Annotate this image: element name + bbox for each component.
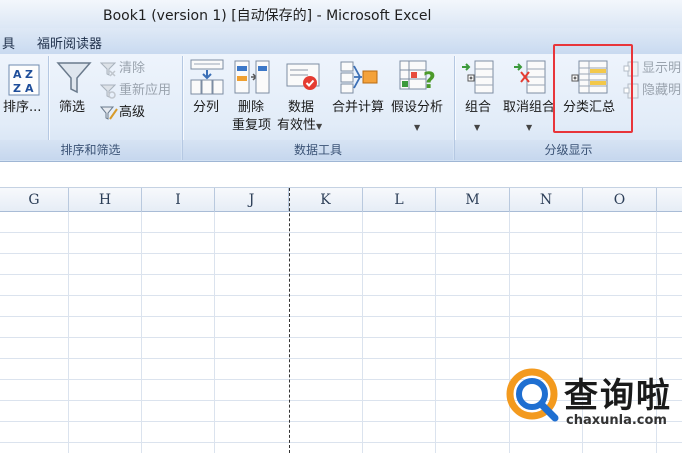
grid-line <box>0 316 682 317</box>
column-header-k[interactable]: K <box>289 188 363 212</box>
filter-icon <box>56 60 92 96</box>
svg-text:A: A <box>13 68 22 81</box>
data-validation-button-line2[interactable]: 有效性▼ <box>277 118 322 135</box>
grid-line <box>0 337 682 338</box>
ungroup-button[interactable]: 取消组合 <box>503 100 555 116</box>
svg-text:A: A <box>25 82 34 95</box>
show-detail-button[interactable]: 显示明 <box>642 61 681 77</box>
grid-line <box>214 212 215 453</box>
grid-line <box>0 232 682 233</box>
grid-line <box>0 295 682 296</box>
clear-button[interactable]: 清除 <box>119 61 145 77</box>
reapply-button[interactable]: 重新应用 <box>119 83 171 99</box>
grid-line <box>0 274 682 275</box>
svg-text:Z: Z <box>13 82 21 95</box>
group-label-sort-filter: 排序和筛选 <box>0 140 181 160</box>
data-validation-label: 有效性 <box>277 118 317 133</box>
tab-tools-partial[interactable]: 具 <box>2 33 15 52</box>
column-header-h[interactable]: H <box>69 188 142 212</box>
column-header-l[interactable]: L <box>363 188 436 212</box>
clear-filter-icon <box>99 61 117 77</box>
remove-duplicates-button-line1[interactable]: 删除 <box>238 100 264 116</box>
group-label-outline: 分级显示 <box>455 140 682 160</box>
svg-text:Z: Z <box>25 68 33 81</box>
tab-foxit-reader[interactable]: 福昕阅读器 <box>37 33 102 52</box>
formula-bar-area <box>0 162 682 188</box>
sort-button[interactable]: 排序... <box>3 100 41 116</box>
svg-text:?: ? <box>423 69 436 94</box>
sort-icon: A Z Z A <box>8 64 40 96</box>
column-header-g[interactable]: G <box>0 188 69 212</box>
watermark-logo-icon <box>506 368 559 422</box>
column-header-m[interactable]: M <box>436 188 510 212</box>
advanced-button[interactable]: 高级 <box>119 105 145 121</box>
remove-duplicates-button-line2[interactable]: 重复项 <box>232 118 271 134</box>
watermark: 查询啦 chaxunla.com <box>505 366 680 436</box>
dropdown-arrow-icon: ▼ <box>316 122 323 131</box>
what-if-analysis-icon: ? <box>399 58 437 94</box>
advanced-filter-icon <box>99 105 118 121</box>
column-header-o[interactable]: O <box>583 188 657 212</box>
grid-line <box>0 253 682 254</box>
column-header-i[interactable]: I <box>142 188 215 212</box>
filter-button[interactable]: 筛选 <box>59 100 85 116</box>
grid-line <box>435 212 436 453</box>
what-if-analysis-button[interactable]: 假设分析 <box>391 100 443 116</box>
subtotal-highlight-box <box>553 44 633 133</box>
consolidate-icon <box>340 60 378 94</box>
watermark-brand: 查询啦 <box>564 376 672 416</box>
column-header-n[interactable]: N <box>510 188 583 212</box>
grid-line <box>68 212 69 453</box>
consolidate-button[interactable]: 合并计算 <box>332 100 384 116</box>
dropdown-arrow-icon[interactable]: ▼ <box>414 120 420 136</box>
dropdown-arrow-icon[interactable]: ▼ <box>474 120 480 136</box>
grid-line <box>362 212 363 453</box>
group-button[interactable]: 组合 <box>465 100 491 116</box>
data-validation-button-line1[interactable]: 数据 <box>288 100 314 116</box>
watermark-domain: chaxunla.com <box>566 413 667 428</box>
text-to-columns-button[interactable]: 分列 <box>193 100 219 116</box>
page-break-line <box>289 188 290 453</box>
text-to-columns-icon <box>190 58 224 96</box>
grid-line <box>0 358 682 359</box>
data-validation-icon <box>286 62 320 92</box>
hide-detail-button[interactable]: 隐藏明 <box>642 83 681 99</box>
ungroup-icon <box>513 60 547 94</box>
title-bar: Book1 (version 1) [自动保存的] - Microsoft Ex… <box>0 0 682 28</box>
group-icon <box>461 60 495 94</box>
group-label-data-tools: 数据工具 <box>183 140 453 160</box>
column-headers: G H I J K L M N O <box>0 188 682 212</box>
remove-duplicates-icon <box>234 60 270 94</box>
window-title: Book1 (version 1) [自动保存的] - Microsoft Ex… <box>103 8 432 24</box>
grid-line <box>141 212 142 453</box>
reapply-icon <box>99 83 117 99</box>
grid-line <box>0 442 682 443</box>
dropdown-arrow-icon[interactable]: ▼ <box>526 120 532 136</box>
column-header-j[interactable]: J <box>215 188 289 212</box>
